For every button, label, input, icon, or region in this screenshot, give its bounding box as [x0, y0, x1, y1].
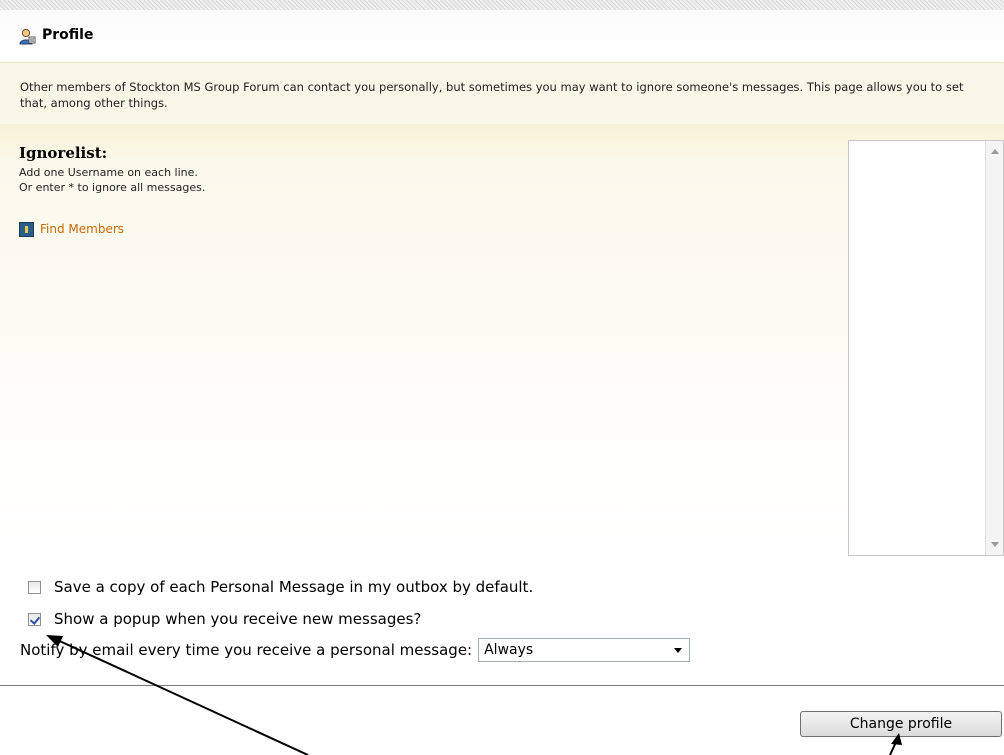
ignorelist-title: Ignorelist: [19, 144, 108, 162]
ignorelist-hint-1: Add one Username on each line. [19, 166, 198, 179]
top-stripe [0, 0, 1004, 10]
popup-label: Show a popup when you receive new messag… [54, 610, 422, 628]
notify-option: Notify by email every time you receive a… [20, 638, 691, 662]
change-profile-button[interactable]: Change profile [800, 711, 1002, 737]
find-members-label: Find Members [40, 222, 125, 236]
intro-text: Other members of Stockton MS Group Forum… [20, 80, 964, 110]
chevron-down-icon [674, 648, 683, 653]
divider [0, 685, 1004, 686]
page-title: Profile [42, 27, 94, 43]
message-options: Save a copy of each Personal Message in … [0, 572, 1004, 672]
section-header: Profile [0, 10, 1004, 62]
notify-label: Notify by email every time you receive a… [20, 641, 473, 659]
ignorelist-hint-2: Or enter * to ignore all messages. [19, 181, 206, 194]
save-copy-checkbox[interactable] [28, 580, 41, 594]
save-copy-option: Save a copy of each Personal Message in … [28, 576, 533, 598]
notify-select[interactable]: Always [478, 638, 691, 662]
annotation-arrow-button [889, 739, 898, 755]
find-members-link[interactable]: Find Members [19, 220, 124, 238]
save-copy-label: Save a copy of each Personal Message in … [54, 578, 534, 596]
popup-option: Show a popup when you receive new messag… [28, 608, 421, 630]
find-members-icon [19, 221, 34, 237]
popup-checkbox[interactable] [28, 612, 41, 626]
intro-panel: Other members of Stockton MS Group Forum… [0, 62, 1004, 125]
ignorelist-textarea[interactable] [848, 140, 1004, 556]
scroll-up-icon[interactable] [991, 149, 999, 154]
ignorelist-section: Ignorelist: Add one Username on each lin… [0, 124, 1004, 564]
user-profile-icon [19, 28, 36, 45]
notify-select-value: Always [484, 642, 534, 658]
ignorelist-scrollbar[interactable] [985, 141, 1003, 555]
scroll-down-icon[interactable] [991, 542, 999, 547]
